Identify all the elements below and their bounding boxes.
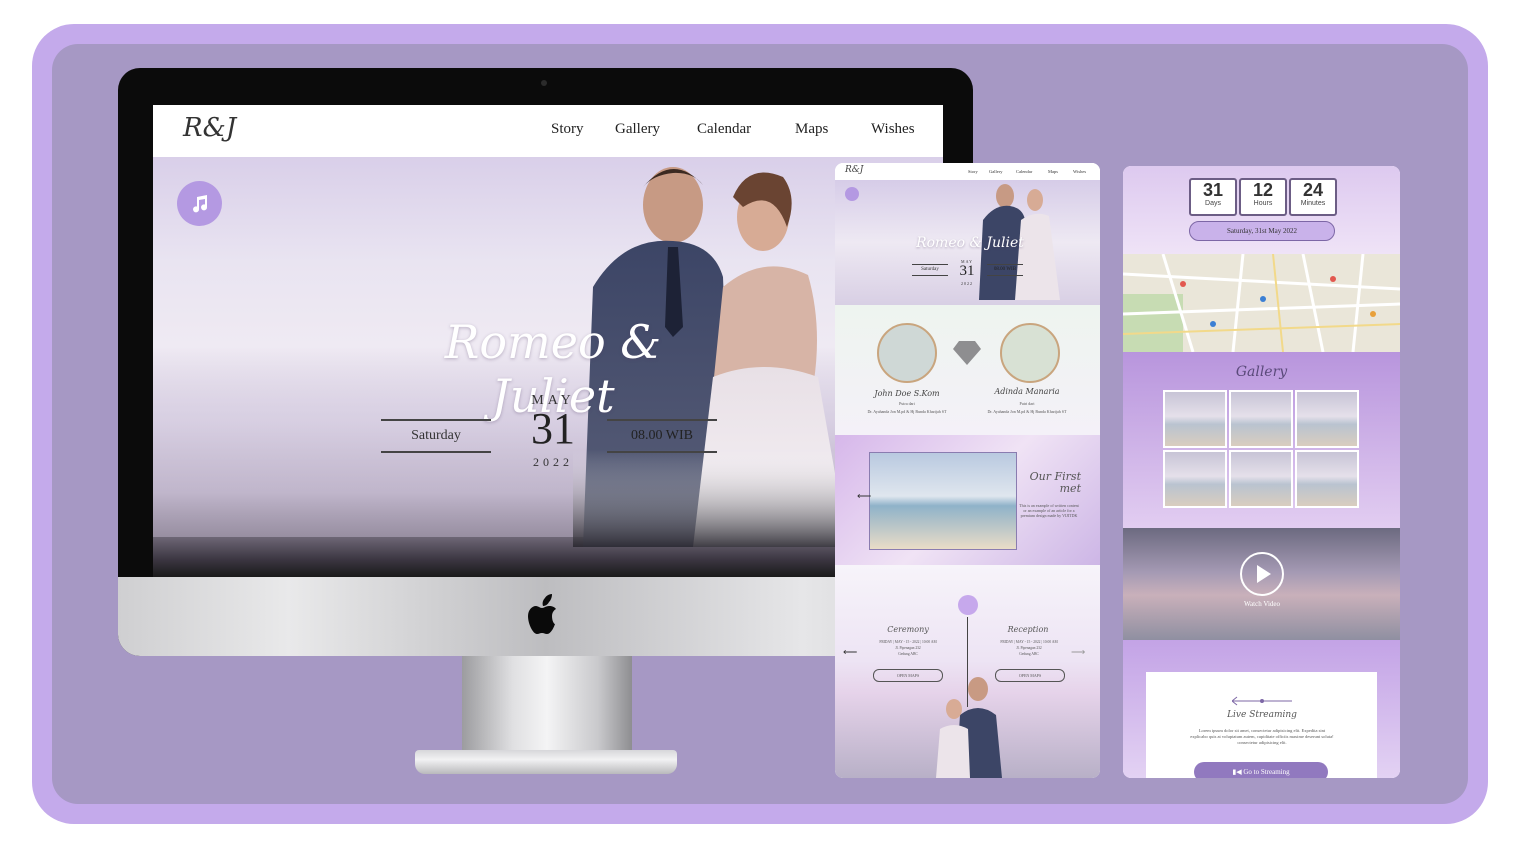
reception-city: Gedung ABC bbox=[1019, 652, 1039, 656]
nav-gallery[interactable]: Gallery bbox=[615, 121, 660, 138]
mobile-day-label: Saturday bbox=[912, 264, 948, 276]
days-value: 31 bbox=[1202, 180, 1224, 200]
gallery-photo[interactable] bbox=[1229, 450, 1293, 508]
day-label: Saturday bbox=[381, 419, 491, 453]
story-photo bbox=[869, 452, 1017, 550]
m-nav-wishes[interactable]: Wishes bbox=[1073, 169, 1086, 174]
groom-parents: Dr. Ayahanda Jon M.pd & Hj Bunda Kharija… bbox=[867, 409, 947, 414]
mobile-nav: R&J Story Gallery Calendar Maps Wishes bbox=[835, 163, 1100, 180]
mobile-hero: Romeo & Juliet Saturday MAY 31 2022 08.0… bbox=[835, 180, 1100, 305]
hours-label: Hours bbox=[1253, 200, 1273, 207]
days-label: Days bbox=[1205, 200, 1221, 207]
streaming-section: Live Streaming Lorem ipsum dolor sit ame… bbox=[1123, 640, 1400, 778]
gallery-photo[interactable] bbox=[1163, 450, 1227, 508]
site-logo[interactable]: R&J bbox=[183, 113, 236, 143]
mobile-hero-title: Romeo & Juliet bbox=[916, 235, 1024, 251]
events-section: ⟵ Ceremony FRIDAY | MAY - 15 - 2022 | 10… bbox=[835, 565, 1100, 778]
arrow-ornament-icon bbox=[1232, 696, 1292, 706]
m-nav-gallery[interactable]: Gallery bbox=[989, 169, 1003, 174]
countdown-hours: 12 Hours bbox=[1239, 178, 1287, 216]
story-section: ⟵ Our First met This is an example of wr… bbox=[835, 435, 1100, 565]
watch-video-label: Watch Video bbox=[1243, 600, 1280, 608]
time-label: 08.00 WIB bbox=[607, 419, 717, 453]
date-pill: Saturday, 31st May 2022 bbox=[1189, 221, 1335, 241]
story-title: Our First met bbox=[1029, 470, 1081, 495]
groom-name: John Doe S.Kom bbox=[874, 389, 940, 398]
go-to-streaming-button[interactable]: ▮◀ Go to Streaming bbox=[1194, 762, 1328, 778]
couple-icon bbox=[958, 595, 978, 615]
music-note-icon bbox=[192, 194, 207, 212]
camera-dot bbox=[541, 80, 547, 86]
couple-profiles-section: John Doe S.Kom Putra dari Dr. Ayahanda J… bbox=[835, 305, 1100, 435]
bride-avatar bbox=[1000, 323, 1060, 383]
bride-name: Adinda Manaria bbox=[994, 387, 1060, 396]
gallery-photo[interactable] bbox=[1295, 390, 1359, 448]
story-text: This is an example of written content or… bbox=[1019, 503, 1079, 518]
go-to-streaming-label: Go to Streaming bbox=[1243, 768, 1290, 776]
nav-wishes[interactable]: Wishes bbox=[871, 121, 915, 138]
streaming-text: Lorem ipsum dolor sit amet, consectetur … bbox=[1190, 728, 1334, 745]
reception-title: Reception bbox=[1007, 625, 1049, 634]
map-view[interactable] bbox=[1123, 253, 1400, 353]
events-next-arrow-icon[interactable]: ⟶ bbox=[1071, 647, 1085, 658]
mobile-date: 31 bbox=[959, 263, 975, 279]
bride-role: Putri dari bbox=[1019, 401, 1035, 406]
nav-story[interactable]: Story bbox=[551, 121, 584, 138]
nav-calendar[interactable]: Calendar bbox=[697, 121, 751, 138]
m-nav-story[interactable]: Story bbox=[968, 169, 978, 174]
imac-stand bbox=[462, 655, 632, 755]
year-label: 2022 bbox=[533, 455, 573, 469]
apple-logo-icon bbox=[528, 594, 556, 634]
hours-value: 12 bbox=[1252, 180, 1274, 200]
imac-stand-base bbox=[415, 750, 677, 774]
play-button[interactable] bbox=[1240, 552, 1284, 596]
events-couple-photo bbox=[936, 677, 1002, 778]
ceremony-place: Jl. Pipenagan 232 bbox=[895, 646, 921, 650]
gallery-photo[interactable] bbox=[1163, 390, 1227, 448]
hero-section: Romeo & Juliet Saturday MAY 31 2022 08.0… bbox=[153, 157, 943, 577]
top-nav: R&J Story Gallery Calendar Maps Wishes bbox=[153, 105, 943, 157]
play-icon bbox=[1257, 565, 1271, 583]
ceremony-title: Ceremony bbox=[887, 625, 929, 634]
reception-date: FRIDAY | MAY - 15 - 2022 | 10:00 AM bbox=[1000, 640, 1058, 644]
mobile-mockup-2: 31 Days 12 Hours 24 Minutes Saturday, 31… bbox=[1123, 166, 1400, 778]
countdown-minutes: 24 Minutes bbox=[1289, 178, 1337, 216]
minutes-value: 24 bbox=[1302, 180, 1324, 200]
gallery-photo[interactable] bbox=[1295, 450, 1359, 508]
reception-place: Jl. Pipenagan 232 bbox=[1016, 646, 1042, 650]
mobile-time-label: 08.00 WIB bbox=[987, 264, 1023, 276]
events-prev-arrow-icon[interactable]: ⟵ bbox=[843, 647, 857, 658]
mobile-mockup-1: R&J Story Gallery Calendar Maps Wishes R… bbox=[835, 163, 1100, 778]
mobile-year: 2022 bbox=[961, 281, 973, 286]
mobile-music-button[interactable] bbox=[845, 187, 859, 201]
prev-arrow-icon[interactable]: ⟵ bbox=[857, 491, 871, 502]
m-nav-maps[interactable]: Maps bbox=[1048, 169, 1058, 174]
gallery-photo[interactable] bbox=[1229, 390, 1293, 448]
diamond-icon bbox=[953, 341, 981, 365]
countdown-section: 31 Days 12 Hours 24 Minutes Saturday, 31… bbox=[1123, 166, 1400, 254]
gallery-section: Gallery bbox=[1123, 352, 1400, 528]
groom-role: Putra dari bbox=[899, 401, 915, 406]
m-nav-calendar[interactable]: Calendar bbox=[1016, 169, 1032, 174]
countdown-days: 31 Days bbox=[1189, 178, 1237, 216]
bride-parents: Dr. Ayahanda Jon M.pd & Hj Bunda Kharija… bbox=[987, 409, 1067, 414]
date-number: 31 bbox=[531, 404, 575, 453]
video-camera-icon: ▮◀ bbox=[1232, 768, 1244, 776]
desktop-screen: R&J Story Gallery Calendar Maps Wishes R… bbox=[153, 105, 943, 577]
music-toggle-button[interactable] bbox=[177, 181, 222, 226]
ceremony-date: FRIDAY | MAY - 15 - 2022 | 10:00 AM bbox=[879, 640, 937, 644]
video-section: Watch Video bbox=[1123, 528, 1400, 640]
groom-avatar bbox=[877, 323, 937, 383]
map-streets bbox=[1123, 253, 1400, 353]
gallery-title: Gallery bbox=[1235, 364, 1288, 380]
streaming-title: Live Streaming bbox=[1227, 710, 1297, 720]
ceremony-city: Gedung ABC bbox=[898, 652, 918, 656]
nav-maps[interactable]: Maps bbox=[795, 121, 828, 138]
mobile-logo[interactable]: R&J bbox=[845, 165, 863, 175]
minutes-label: Minutes bbox=[1300, 200, 1326, 207]
